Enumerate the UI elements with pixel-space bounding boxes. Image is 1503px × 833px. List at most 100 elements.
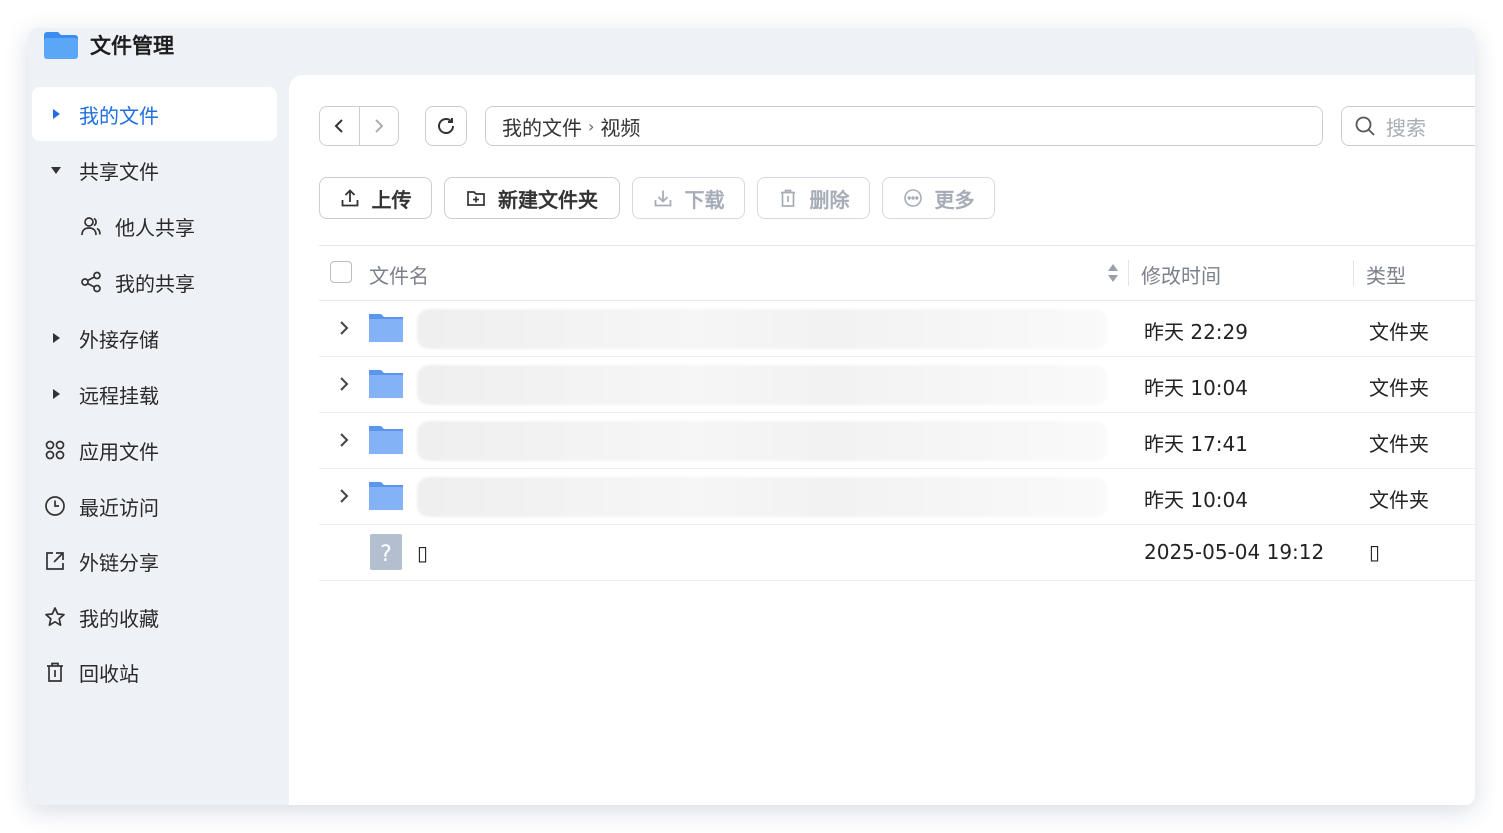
sidebar-item-label: 外接存储	[79, 327, 159, 352]
svg-text:?: ?	[380, 542, 392, 567]
sidebar-item-label: 他人共享	[115, 215, 195, 240]
sidebar-item-my-shares[interactable]: 我的共享	[32, 255, 277, 309]
file-type: 文件夹	[1369, 432, 1429, 456]
file-name-redacted	[417, 421, 1107, 461]
sidebar-item-label: 我的文件	[79, 103, 159, 128]
modified-time: 昨天 10:04	[1144, 376, 1248, 400]
chevron-right-icon[interactable]	[337, 488, 351, 504]
sidebar-item-label: 我的收藏	[79, 606, 159, 631]
trash-icon	[780, 189, 795, 207]
sidebar-item-label: 应用文件	[79, 439, 159, 464]
sidebar-item-shared-by-others[interactable]: 他人共享	[32, 199, 277, 253]
download-label: 下载	[684, 187, 725, 212]
folder-icon	[369, 482, 403, 510]
sidebar-item-my-files[interactable]: 我的文件	[32, 87, 277, 141]
table-header: 文件名 修改时间 类型	[319, 245, 1475, 301]
upload-label: 上传	[371, 187, 412, 212]
sidebar-item-label: 最近访问	[79, 495, 159, 520]
share-icon	[81, 271, 101, 293]
breadcrumb-separator: ›	[588, 116, 595, 136]
chevron-right-icon[interactable]	[337, 432, 351, 448]
column-header-modified[interactable]: 修改时间	[1141, 260, 1221, 289]
modified-time: 昨天 10:04	[1144, 488, 1248, 512]
sidebar-item-shared-files[interactable]: 共享文件	[32, 143, 277, 197]
delete-label: 删除	[809, 187, 850, 212]
file-name: ▯	[417, 541, 429, 565]
breadcrumb-videos[interactable]: 视频	[600, 112, 640, 141]
forward-button[interactable]	[358, 107, 399, 145]
unknown-file-icon: ?	[370, 534, 402, 570]
folder-icon	[369, 370, 403, 398]
file-type: 文件夹	[1369, 488, 1429, 512]
search-icon	[1355, 116, 1375, 136]
folder-icon	[369, 314, 403, 342]
sidebar-item-recent[interactable]: 最近访问	[32, 479, 277, 533]
modified-time: 昨天 22:29	[1144, 320, 1248, 344]
modified-time: 2025-05-04 19:12	[1144, 540, 1325, 564]
sidebar-item-favorites[interactable]: 我的收藏	[32, 590, 277, 644]
trash-icon	[47, 662, 63, 682]
caret-right-icon	[50, 332, 62, 344]
app-title: 文件管理	[90, 34, 174, 58]
select-all-checkbox[interactable]	[330, 261, 352, 283]
new-folder-button[interactable]: 新建文件夹	[444, 177, 620, 219]
star-icon	[45, 607, 65, 627]
table-row[interactable]: ? ▯ 2025-05-04 19:12 ▯	[319, 525, 1475, 581]
folder-app-icon	[44, 32, 78, 59]
folder-icon	[369, 426, 403, 454]
upload-icon	[341, 189, 358, 207]
table-row[interactable]: 昨天 10:04 文件夹	[319, 357, 1475, 413]
sidebar-item-external-storage[interactable]: 外接存储	[32, 311, 277, 365]
sidebar-item-label: 远程挂载	[79, 383, 159, 408]
caret-down-icon	[50, 164, 62, 176]
sidebar-item-label: 我的共享	[115, 271, 195, 296]
breadcrumb-my-files[interactable]: 我的文件	[502, 112, 582, 141]
caret-right-icon	[50, 388, 62, 400]
new-folder-label: 新建文件夹	[498, 187, 598, 212]
chevron-right-icon[interactable]	[337, 376, 351, 392]
file-name-redacted	[417, 309, 1107, 349]
delete-button[interactable]: 删除	[757, 177, 870, 219]
more-button[interactable]: 更多	[882, 177, 995, 219]
more-icon	[903, 189, 922, 207]
modified-time: 昨天 17:41	[1144, 432, 1248, 456]
file-name-redacted	[417, 477, 1107, 517]
refresh-button[interactable]	[425, 106, 467, 146]
external-share-icon	[46, 552, 64, 570]
main-panel: 我的文件 › 视频 搜索 上传 新建文件夹 下载 删除 更多 文件名 修改时间 …	[289, 75, 1475, 805]
download-icon	[654, 190, 671, 207]
table-row[interactable]: 昨天 10:04 文件夹	[319, 469, 1475, 525]
history-nav	[319, 106, 399, 146]
sidebar-item-recycle-bin[interactable]: 回收站	[32, 645, 277, 699]
refresh-icon	[438, 118, 454, 134]
title-bar: 文件管理	[28, 28, 1475, 74]
search-input[interactable]: 搜索	[1341, 106, 1475, 146]
file-name-redacted	[417, 365, 1107, 405]
download-button[interactable]: 下载	[632, 177, 745, 219]
column-header-type[interactable]: 类型	[1366, 260, 1406, 289]
sidebar-item-remote-mount[interactable]: 远程挂载	[32, 367, 277, 421]
back-button[interactable]	[320, 107, 359, 145]
column-divider[interactable]	[1353, 260, 1354, 286]
users-icon	[81, 217, 101, 236]
sidebar-item-app-files[interactable]: 应用文件	[32, 423, 277, 477]
sidebar-item-label: 回收站	[79, 661, 139, 686]
table-row[interactable]: 昨天 22:29 文件夹	[319, 301, 1475, 357]
file-type: 文件夹	[1369, 376, 1429, 400]
file-manager-window: 文件管理 我的文件 共享文件 他人共享 我的共享 外接存储 远程挂载 应用文件 …	[28, 28, 1475, 805]
column-divider[interactable]	[1128, 260, 1129, 286]
sidebar-item-external-share[interactable]: 外链分享	[32, 534, 277, 588]
column-header-name[interactable]: 文件名	[369, 260, 429, 289]
chevron-right-icon[interactable]	[337, 320, 351, 336]
upload-button[interactable]: 上传	[319, 177, 432, 219]
file-type: 文件夹	[1369, 320, 1429, 344]
sort-icon[interactable]	[1107, 260, 1119, 286]
clock-icon	[45, 496, 65, 516]
path-bar[interactable]: 我的文件 › 视频	[485, 106, 1323, 146]
file-type: ▯	[1369, 540, 1381, 564]
sidebar-item-label: 外链分享	[79, 550, 159, 575]
sidebar-item-label: 共享文件	[79, 159, 159, 184]
search-placeholder: 搜索	[1386, 115, 1426, 140]
more-label: 更多	[934, 187, 975, 212]
table-row[interactable]: 昨天 17:41 文件夹	[319, 413, 1475, 469]
